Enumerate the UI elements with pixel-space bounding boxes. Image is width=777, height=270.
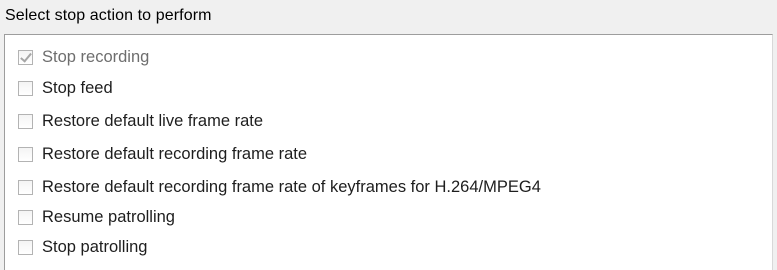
- list-item-resume-patrolling[interactable]: Resume patrolling: [18, 205, 175, 229]
- list-item-label: Restore default live frame rate: [42, 112, 264, 130]
- checkbox-icon[interactable]: [18, 209, 33, 225]
- checkbox-icon[interactable]: [18, 80, 33, 96]
- list-item-label: Stop patrolling: [42, 238, 148, 256]
- list-item-stop-feed[interactable]: Stop feed: [18, 76, 113, 100]
- list-item-label: Stop recording: [42, 48, 150, 66]
- list-item-label: Stop feed: [42, 79, 113, 97]
- list-item-restore-live-frame-rate[interactable]: Restore default live frame rate: [18, 109, 263, 133]
- list-item-restore-keyframe-rate[interactable]: Restore default recording frame rate of …: [18, 175, 541, 199]
- checkbox-icon[interactable]: [18, 146, 33, 162]
- list-item-label: Resume patrolling: [42, 208, 175, 226]
- list-item-label: Restore default recording frame rate of …: [42, 178, 541, 196]
- checkbox-icon[interactable]: [18, 113, 33, 129]
- list-item-restore-recording-frame-rate[interactable]: Restore default recording frame rate: [18, 142, 307, 166]
- checkbox-icon[interactable]: [18, 179, 33, 195]
- checkbox-checked-icon[interactable]: [18, 49, 33, 65]
- list-item-stop-recording[interactable]: Stop recording: [18, 45, 149, 69]
- list-item-stop-patrolling[interactable]: Stop patrolling: [18, 235, 148, 259]
- list-item-label: Restore default recording frame rate: [42, 145, 308, 163]
- stop-action-list[interactable]: Stop recording Stop feed Restore default…: [4, 34, 773, 270]
- checkbox-icon[interactable]: [18, 239, 33, 255]
- section-title: Select stop action to perform: [5, 7, 212, 24]
